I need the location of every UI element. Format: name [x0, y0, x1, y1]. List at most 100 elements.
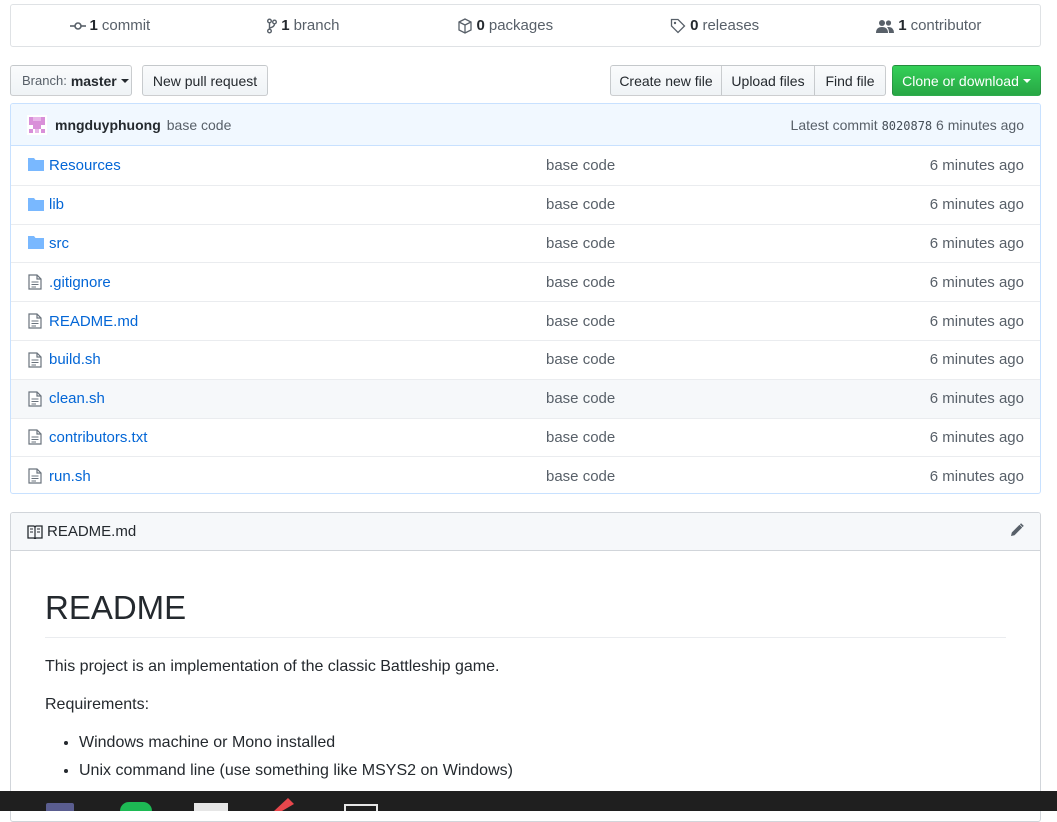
file-name-link[interactable]: src: [49, 235, 69, 252]
folder-icon[interactable]: [194, 803, 228, 811]
clone-or-download-button[interactable]: Clone or download: [892, 65, 1041, 96]
table-row[interactable]: lib base code 6 minutes ago: [11, 184, 1040, 224]
chevron-down-icon: [120, 78, 129, 83]
file-icon: [28, 391, 44, 407]
file-age: 6 minutes ago: [929, 156, 1024, 174]
create-new-file-button[interactable]: Create new file: [610, 65, 722, 96]
file-name-link[interactable]: README.md: [49, 313, 138, 330]
app-icon[interactable]: [46, 803, 74, 811]
commit-age: 6 minutes ago: [936, 116, 1024, 133]
table-row[interactable]: .gitignore base code 6 minutes ago: [11, 262, 1040, 301]
table-row[interactable]: src base code 6 minutes ago: [11, 223, 1040, 263]
book-icon: [27, 524, 43, 539]
file-age: 6 minutes ago: [929, 351, 1024, 369]
file-name-link[interactable]: build.sh: [49, 351, 101, 368]
readme-requirements-label: Requirements:: [45, 696, 150, 713]
file-name-link[interactable]: contributors.txt: [49, 429, 147, 446]
table-row[interactable]: contributors.txt base code 6 minutes ago: [11, 417, 1040, 457]
contributors-label: contributor: [910, 17, 982, 34]
latest-commit-info: Latest commit 8020878 6 minutes ago: [791, 117, 1024, 133]
file-age: 6 minutes ago: [929, 428, 1024, 446]
file-rows: Resources base code 6 minutes ago lib base c…: [11, 146, 1040, 493]
taskbar: [0, 791, 1057, 811]
branch-select-button[interactable]: Branch: master: [10, 65, 132, 96]
contributors-count: 1: [898, 17, 907, 34]
table-row[interactable]: clean.sh base code 6 minutes ago: [11, 378, 1040, 418]
commit-message[interactable]: base code: [167, 117, 232, 133]
file-age: 6 minutes ago: [929, 196, 1024, 214]
commit-icon: [69, 21, 86, 30]
clone-label: Clone or download: [902, 72, 1019, 89]
branch-prefix: Branch:: [22, 73, 67, 88]
file-commit-message[interactable]: base code: [546, 196, 615, 213]
requirements-list: Windows machine or Mono installed Unix c…: [45, 734, 1006, 780]
branch-icon: [267, 18, 278, 33]
package-icon: [457, 17, 472, 34]
readme-panel: README.md README This project is an impl…: [10, 512, 1041, 822]
readme-header: README.md: [11, 513, 1040, 551]
file-commit-message[interactable]: base code: [546, 157, 615, 174]
file-icon: [28, 468, 44, 484]
list-item: Windows machine or Mono installed: [79, 734, 1006, 752]
folder-icon: [28, 235, 44, 251]
branch-name: master: [70, 72, 117, 89]
file-name-link[interactable]: run.sh: [49, 468, 91, 485]
releases-link[interactable]: 0 releases: [670, 17, 759, 34]
readme-heading: README: [45, 589, 1006, 638]
contributors-link[interactable]: 1 contributor: [876, 17, 981, 34]
file-list: mngduyphuong base code Latest commit 802…: [10, 103, 1041, 494]
packages-link[interactable]: 0 packages: [457, 17, 553, 34]
file-age: 6 minutes ago: [929, 312, 1024, 330]
table-row[interactable]: Resources base code 6 minutes ago: [11, 146, 1040, 185]
file-commit-message[interactable]: base code: [546, 351, 615, 368]
folder-icon: [28, 157, 44, 173]
releases-count: 0: [690, 17, 699, 34]
commit-sha[interactable]: 8020878: [882, 119, 933, 133]
chevron-down-icon: [1022, 78, 1031, 83]
find-file-button[interactable]: Find file: [815, 65, 886, 96]
file-age: 6 minutes ago: [929, 390, 1024, 408]
file-commit-message[interactable]: base code: [546, 313, 615, 330]
latest-commit-bar: mngduyphuong base code Latest commit 802…: [11, 104, 1040, 146]
file-icon: [28, 313, 44, 329]
list-item: Unix command line (use something like MS…: [79, 762, 1006, 780]
file-commit-message[interactable]: base code: [546, 468, 615, 485]
spotify-icon[interactable]: [120, 802, 152, 811]
commits-count: 1: [89, 17, 98, 34]
readme-filename: README.md: [47, 523, 137, 540]
branches-label: branch: [293, 17, 340, 34]
commits-link[interactable]: 1 commit: [69, 17, 151, 34]
folder-icon: [28, 197, 44, 213]
file-name-link[interactable]: clean.sh: [49, 390, 105, 407]
file-commit-message[interactable]: base code: [546, 274, 615, 291]
people-icon: [876, 19, 895, 33]
tag-icon: [670, 18, 686, 33]
file-name-link[interactable]: lib: [49, 196, 64, 213]
file-commit-message[interactable]: base code: [546, 390, 615, 407]
file-commit-message[interactable]: base code: [546, 429, 615, 446]
branches-link[interactable]: 1 branch: [267, 17, 339, 34]
file-name-link[interactable]: Resources: [49, 157, 121, 174]
packages-count: 0: [476, 17, 485, 34]
new-pull-request-button[interactable]: New pull request: [142, 65, 268, 96]
file-icon: [28, 352, 44, 368]
file-name-link[interactable]: .gitignore: [49, 274, 111, 291]
window-icon[interactable]: [344, 804, 378, 811]
table-row[interactable]: build.sh base code 6 minutes ago: [11, 339, 1040, 379]
latest-commit-label: Latest commit: [790, 116, 878, 133]
readme-content: README This project is an implementation…: [11, 589, 1040, 780]
avatar[interactable]: [27, 114, 47, 135]
pencil-icon[interactable]: [1010, 523, 1024, 537]
upload-files-button[interactable]: Upload files: [722, 65, 815, 96]
file-commit-message[interactable]: base code: [546, 235, 615, 252]
branches-count: 1: [281, 17, 290, 34]
commit-author[interactable]: mngduyphuong: [55, 117, 161, 133]
table-row[interactable]: run.sh base code 6 minutes ago: [11, 456, 1040, 493]
repo-summary-bar: 1 commit 1 branch 0 packages 0 releases …: [10, 4, 1041, 47]
pencil-app-icon[interactable]: [270, 798, 296, 811]
file-age: 6 minutes ago: [929, 467, 1024, 485]
table-row[interactable]: README.md base code 6 minutes ago: [11, 301, 1040, 340]
file-age: 6 minutes ago: [929, 234, 1024, 252]
commits-label: commit: [101, 17, 151, 34]
file-navigation: Branch: master New pull request Create n…: [10, 65, 1041, 96]
